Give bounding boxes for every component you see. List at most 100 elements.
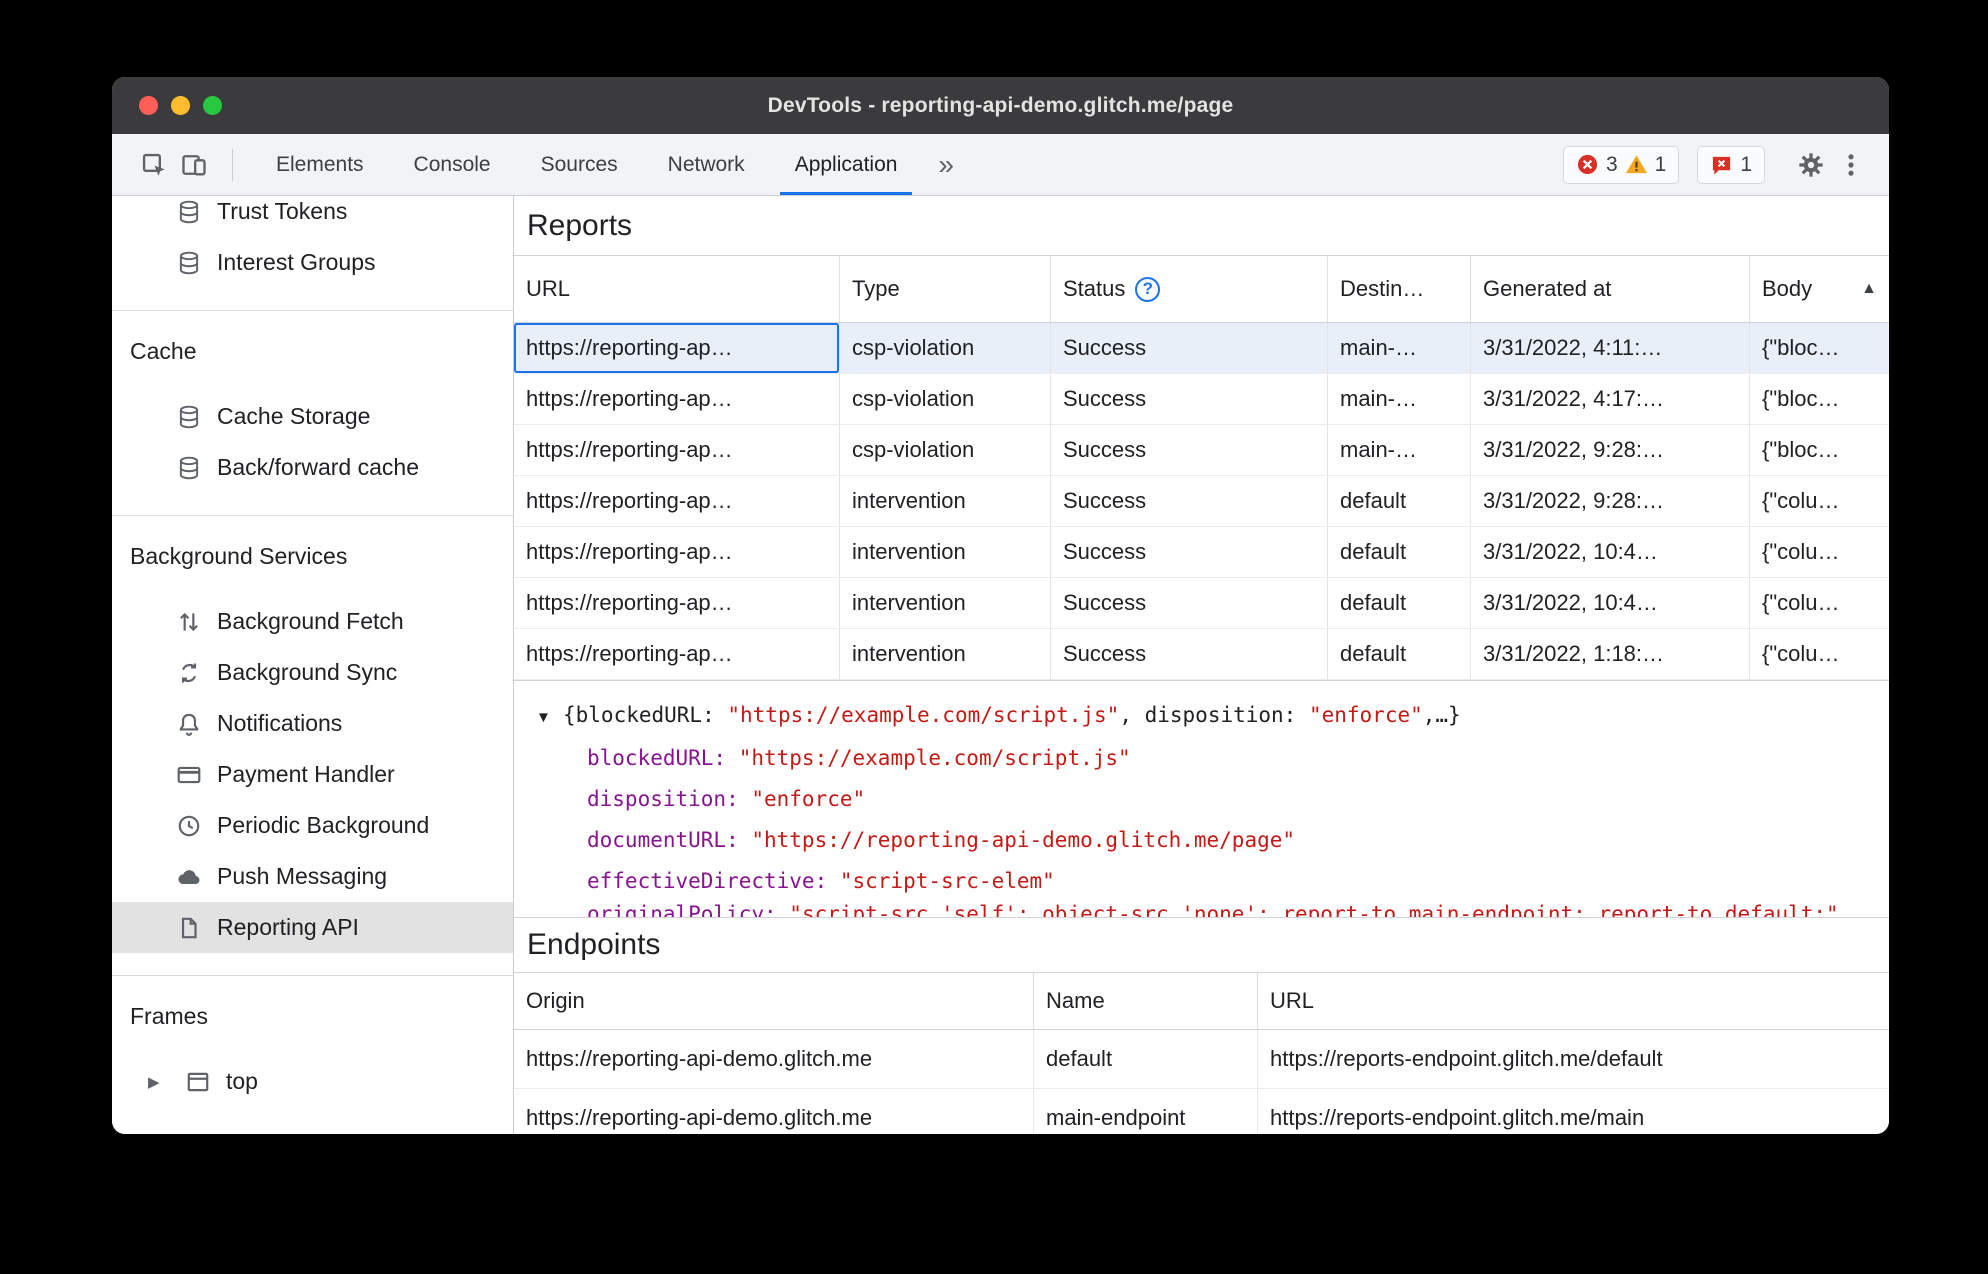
settings-gear-button[interactable] — [1791, 145, 1831, 185]
endpoints-column-header-origin[interactable]: Origin — [514, 973, 1034, 1029]
report-cell[interactable]: 3/31/2022, 4:17:… — [1471, 374, 1750, 424]
sidebar-item-back-forward-cache[interactable]: Back/forward cache — [112, 442, 513, 493]
endpoint-row[interactable]: https://reporting-api-demo.glitch.me main… — [514, 1089, 1889, 1134]
sidebar-item-top[interactable]: ▶ top — [112, 1056, 513, 1107]
report-row[interactable]: https://reporting-ap… csp-violation Succes… — [514, 374, 1889, 425]
report-cell[interactable]: https://reporting-ap… — [514, 476, 840, 526]
report-row[interactable]: https://reporting-ap… intervention Success… — [514, 476, 1889, 527]
report-cell[interactable]: intervention — [840, 527, 1051, 577]
more-options-kebab-button[interactable] — [1831, 145, 1871, 185]
report-cell[interactable]: default — [1328, 578, 1471, 628]
preview-summary-segment: {blockedURL: — [563, 703, 728, 727]
report-cell[interactable]: intervention — [840, 578, 1051, 628]
report-cell[interactable]: Success — [1051, 629, 1328, 679]
reports-column-header-status[interactable]: Status? — [1051, 256, 1328, 322]
report-cell[interactable]: https://reporting-ap… — [514, 323, 840, 373]
report-cell[interactable]: Success — [1051, 476, 1328, 526]
report-cell[interactable]: main-… — [1328, 425, 1471, 475]
report-cell[interactable]: 3/31/2022, 9:28:… — [1471, 425, 1750, 475]
report-cell[interactable]: csp-violation — [840, 323, 1051, 373]
report-cell[interactable]: Success — [1051, 527, 1328, 577]
minimize-button[interactable] — [171, 96, 190, 115]
preview-property: originalPolicy: "script-src 'self'; obje… — [587, 902, 1877, 917]
issues-badge[interactable]: 1 — [1697, 145, 1765, 184]
report-cell[interactable]: intervention — [840, 476, 1051, 526]
sidebar-item-interest-groups[interactable]: Interest Groups — [112, 237, 513, 288]
more-tabs-button[interactable]: » — [922, 149, 970, 181]
reports-column-header-generated-at[interactable]: Generated at — [1471, 256, 1750, 322]
report-row[interactable]: https://reporting-ap… intervention Success… — [514, 629, 1889, 680]
tab-console[interactable]: Console — [389, 134, 516, 195]
sidebar-item-background-sync[interactable]: Background Sync — [112, 647, 513, 698]
zoom-button[interactable] — [203, 96, 222, 115]
titlebar[interactable]: DevTools - reporting-api-demo.glitch.me/… — [112, 77, 1889, 134]
console-status-badge[interactable]: 3 1 — [1562, 145, 1680, 184]
report-cell[interactable]: {"colu… — [1750, 476, 1889, 526]
tab-elements[interactable]: Elements — [251, 134, 389, 195]
sidebar-item-periodic-background[interactable]: Periodic Background — [112, 800, 513, 851]
sidebar-item-payment-handler[interactable]: Payment Handler — [112, 749, 513, 800]
endpoints-column-header-url[interactable]: URL — [1258, 973, 1889, 1029]
disclosure-triangle-icon[interactable]: ▶ — [148, 1073, 170, 1091]
report-cell[interactable]: intervention — [840, 629, 1051, 679]
report-row[interactable]: https://reporting-ap… intervention Success… — [514, 527, 1889, 578]
report-cell[interactable]: default — [1328, 527, 1471, 577]
report-cell[interactable]: main-… — [1328, 323, 1471, 373]
report-cell[interactable]: 3/31/2022, 10:4… — [1471, 578, 1750, 628]
endpoint-cell[interactable]: main-endpoint — [1034, 1089, 1258, 1134]
reports-column-header-type[interactable]: Type — [840, 256, 1051, 322]
report-cell[interactable]: {"colu… — [1750, 527, 1889, 577]
reports-column-header-body[interactable]: Body ▲ — [1750, 256, 1889, 322]
endpoints-column-header-name[interactable]: Name — [1034, 973, 1258, 1029]
report-row[interactable]: https://reporting-ap… csp-violation Succes… — [514, 323, 1889, 374]
sidebar-item-reporting-api[interactable]: Reporting API — [112, 902, 513, 953]
report-row[interactable]: https://reporting-ap… intervention Success… — [514, 578, 1889, 629]
report-cell[interactable]: 3/31/2022, 4:11:… — [1471, 323, 1750, 373]
preview-summary-line[interactable]: ▼ {blockedURL: "https://example.com/scrip… — [536, 695, 1877, 738]
endpoint-cell[interactable]: https://reports-endpoint.glitch.me/main — [1258, 1089, 1889, 1134]
collapse-triangle-icon[interactable]: ▼ — [536, 697, 563, 738]
report-cell[interactable]: https://reporting-ap… — [514, 527, 840, 577]
report-cell[interactable]: https://reporting-ap… — [514, 425, 840, 475]
report-cell[interactable]: https://reporting-ap… — [514, 629, 840, 679]
report-cell[interactable]: csp-violation — [840, 425, 1051, 475]
sidebar-item-notifications[interactable]: Notifications — [112, 698, 513, 749]
report-cell[interactable]: csp-violation — [840, 374, 1051, 424]
report-cell[interactable]: {"bloc… — [1750, 323, 1889, 373]
tab-sources[interactable]: Sources — [516, 134, 643, 195]
sidebar-item-push-messaging[interactable]: Push Messaging — [112, 851, 513, 902]
report-cell[interactable]: {"bloc… — [1750, 374, 1889, 424]
tab-application[interactable]: Application — [770, 134, 923, 195]
reports-column-header-url[interactable]: URL — [514, 256, 840, 322]
report-cell[interactable]: {"bloc… — [1750, 425, 1889, 475]
report-cell[interactable]: https://reporting-ap… — [514, 374, 840, 424]
reports-column-header-destin[interactable]: Destin… — [1328, 256, 1471, 322]
close-button[interactable] — [139, 96, 158, 115]
report-cell[interactable]: {"colu… — [1750, 629, 1889, 679]
endpoint-cell[interactable]: https://reporting-api-demo.glitch.me — [514, 1030, 1034, 1088]
sidebar-item-trust-tokens[interactable]: Trust Tokens — [112, 196, 513, 237]
report-cell[interactable]: main-… — [1328, 374, 1471, 424]
report-cell[interactable]: Success — [1051, 578, 1328, 628]
endpoint-cell[interactable]: default — [1034, 1030, 1258, 1088]
endpoint-cell[interactable]: https://reporting-api-demo.glitch.me — [514, 1089, 1034, 1134]
tab-network[interactable]: Network — [643, 134, 770, 195]
inspect-element-button[interactable] — [134, 145, 174, 185]
report-cell[interactable]: https://reporting-ap… — [514, 578, 840, 628]
device-toolbar-button[interactable] — [174, 145, 214, 185]
report-cell[interactable]: 3/31/2022, 10:4… — [1471, 527, 1750, 577]
report-cell[interactable]: Success — [1051, 374, 1328, 424]
report-cell[interactable]: Success — [1051, 323, 1328, 373]
report-cell[interactable]: default — [1328, 629, 1471, 679]
report-row[interactable]: https://reporting-ap… csp-violation Succes… — [514, 425, 1889, 476]
sidebar-item-cache-storage[interactable]: Cache Storage — [112, 391, 513, 442]
endpoint-cell[interactable]: https://reports-endpoint.glitch.me/defau… — [1258, 1030, 1889, 1088]
report-cell[interactable]: Success — [1051, 425, 1328, 475]
report-cell[interactable]: default — [1328, 476, 1471, 526]
report-cell[interactable]: 3/31/2022, 1:18:… — [1471, 629, 1750, 679]
report-cell[interactable]: {"colu… — [1750, 578, 1889, 628]
sidebar-item-background-fetch[interactable]: Background Fetch — [112, 596, 513, 647]
report-cell[interactable]: 3/31/2022, 9:28:… — [1471, 476, 1750, 526]
endpoint-row[interactable]: https://reporting-api-demo.glitch.me defa… — [514, 1030, 1889, 1089]
status-help-icon[interactable]: ? — [1135, 276, 1161, 302]
